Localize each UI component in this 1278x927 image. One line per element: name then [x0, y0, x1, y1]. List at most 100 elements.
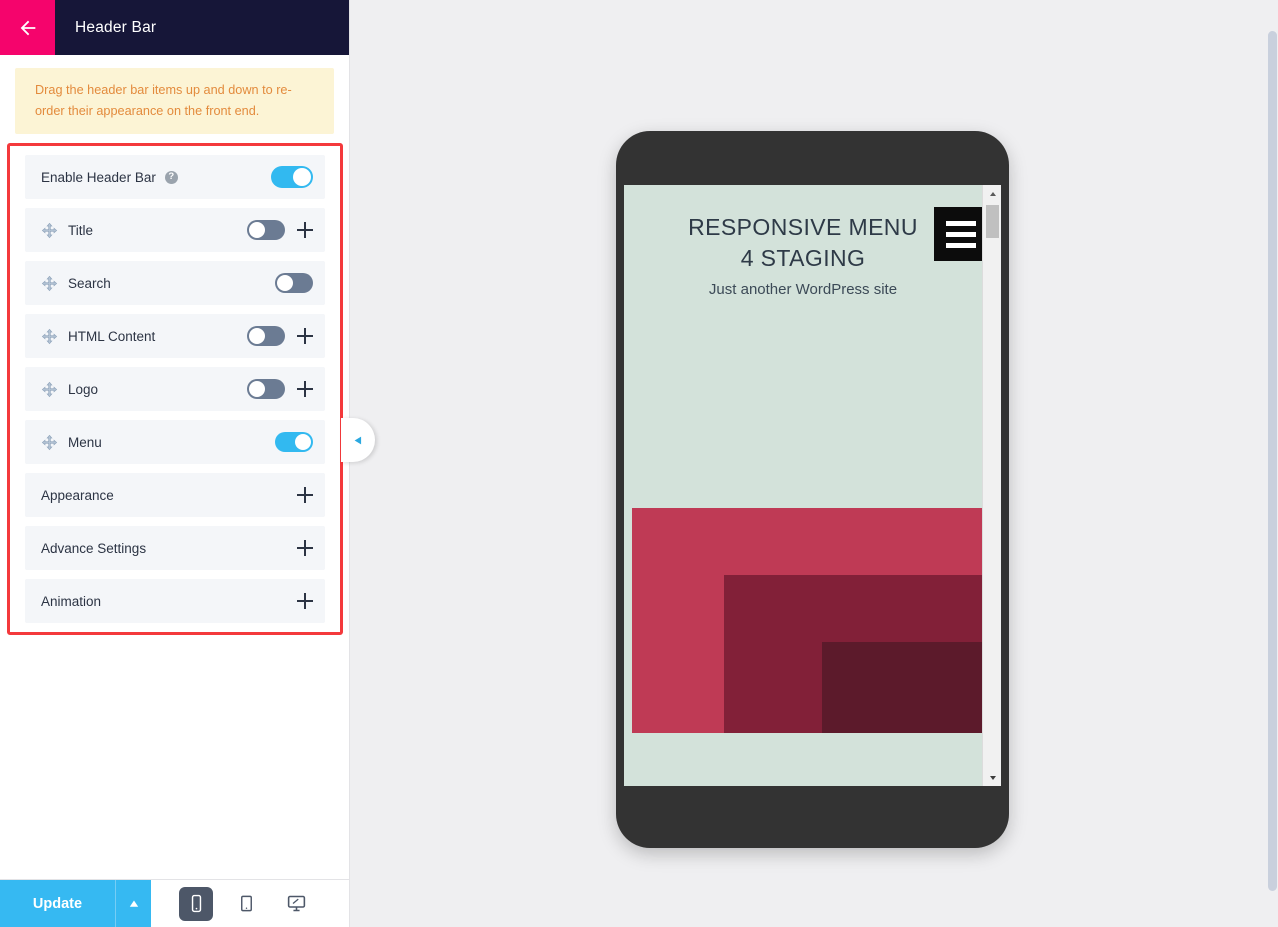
toggle-knob — [295, 434, 311, 450]
option-row-animation[interactable]: Animation — [25, 579, 325, 623]
option-label-wrap: Title — [41, 222, 247, 239]
option-row-appearance[interactable]: Appearance — [25, 473, 325, 517]
image-block-3 — [822, 642, 982, 733]
desktop-icon — [287, 895, 305, 912]
caret-up-icon — [989, 191, 996, 196]
caret-down-icon — [989, 775, 996, 780]
caret-up-icon — [129, 900, 138, 907]
toggle-logo[interactable] — [247, 379, 285, 399]
drag-handle-icon[interactable] — [41, 328, 58, 345]
option-label-wrap: Enable Header Bar ? — [41, 170, 271, 185]
toggle-search[interactable] — [275, 273, 313, 293]
option-label: Logo — [68, 381, 99, 397]
panel-header: Header Bar — [0, 0, 349, 55]
toggle-knob — [293, 168, 311, 186]
featured-image-blocks — [632, 508, 982, 733]
hamburger-bar — [946, 231, 976, 237]
expand-logo-button[interactable] — [297, 381, 313, 397]
option-row-enable-header-bar[interactable]: Enable Header Bar ? — [25, 155, 325, 199]
option-controls — [247, 379, 313, 399]
device-preview-switcher — [151, 880, 349, 927]
option-label-wrap: Logo — [41, 381, 247, 398]
phone-frame: RESPONSIVE MENU 4 STAGING Just another W… — [616, 131, 1009, 848]
page-title: Header Bar — [75, 18, 157, 36]
move-arrows-icon — [41, 381, 58, 397]
hamburger-menu-button[interactable] — [934, 207, 988, 261]
help-icon[interactable]: ? — [164, 170, 178, 184]
expand-title-button[interactable] — [297, 222, 313, 238]
toggle-title[interactable] — [247, 220, 285, 240]
option-label: Enable Header Bar — [41, 169, 156, 185]
device-button-tablet[interactable] — [229, 887, 263, 921]
scrollbar-up-button[interactable] — [983, 185, 1001, 202]
toggle-html-content[interactable] — [247, 326, 285, 346]
expand-html-content-button[interactable] — [297, 328, 313, 344]
expand-advance-settings-button[interactable] — [297, 540, 313, 556]
preview-area: RESPONSIVE MENU 4 STAGING Just another W… — [351, 0, 1278, 927]
option-controls — [247, 326, 313, 346]
site-title: RESPONSIVE MENU 4 STAGING — [688, 214, 918, 271]
option-row-advance-settings[interactable]: Advance Settings — [25, 526, 325, 570]
expand-appearance-button[interactable] — [297, 487, 313, 503]
move-arrows-icon — [41, 222, 58, 238]
bottom-action-bar: Update — [0, 879, 349, 927]
option-label: HTML Content — [68, 328, 156, 344]
option-controls — [297, 540, 313, 556]
option-label: Title — [68, 222, 94, 238]
option-label-wrap: HTML Content — [41, 328, 247, 345]
back-button[interactable] — [0, 0, 55, 55]
option-row-title[interactable]: Title — [25, 208, 325, 252]
move-arrows-icon — [41, 328, 58, 344]
hamburger-bar — [946, 242, 976, 248]
option-controls — [297, 487, 313, 503]
expand-animation-button[interactable] — [297, 593, 313, 609]
toggle-enable-header-bar[interactable] — [271, 166, 313, 188]
option-label-wrap: Search — [41, 275, 275, 292]
drag-handle-icon[interactable] — [41, 434, 58, 451]
option-controls — [271, 166, 313, 188]
toggle-menu[interactable] — [275, 432, 313, 452]
arrow-left-icon — [20, 20, 35, 35]
option-label-wrap: Animation — [41, 594, 297, 609]
update-button[interactable]: Update — [0, 880, 115, 927]
option-label-wrap: Appearance — [41, 488, 297, 503]
option-label: Menu — [68, 434, 102, 450]
option-label: Search — [68, 275, 111, 291]
phone-screen: RESPONSIVE MENU 4 STAGING Just another W… — [624, 185, 1001, 786]
caret-left-icon — [354, 436, 361, 444]
toggle-knob — [249, 222, 265, 238]
hamburger-bar — [946, 220, 976, 226]
option-label-wrap: Advance Settings — [41, 541, 297, 556]
drag-handle-icon[interactable] — [41, 381, 58, 398]
page-scrollbar-thumb[interactable] — [1268, 31, 1277, 891]
scrollbar-thumb[interactable] — [986, 205, 999, 238]
site-preview-content: RESPONSIVE MENU 4 STAGING Just another W… — [624, 185, 982, 786]
preview-scrollbar[interactable] — [982, 185, 1001, 786]
option-controls — [275, 432, 313, 452]
scrollbar-down-button[interactable] — [983, 769, 1001, 786]
move-arrows-icon — [41, 434, 58, 450]
drag-hint-notice: Drag the header bar items up and down to… — [15, 68, 334, 135]
move-arrows-icon — [41, 275, 58, 291]
site-tagline: Just another WordPress site — [708, 281, 898, 299]
device-button-desktop[interactable] — [279, 887, 313, 921]
option-row-html-content[interactable]: HTML Content — [25, 314, 325, 358]
option-label: Animation — [41, 593, 102, 609]
customizer-screen: Header Bar Drag the header bar items up … — [0, 0, 1278, 927]
header-bar-options-list: Enable Header Bar ? Title Search HTML Co… — [7, 143, 343, 635]
tablet-icon — [240, 895, 252, 912]
update-options-toggle[interactable] — [115, 880, 151, 927]
toggle-knob — [277, 275, 293, 291]
toggle-knob — [249, 381, 265, 397]
option-controls — [247, 220, 313, 240]
option-row-logo[interactable]: Logo — [25, 367, 325, 411]
device-button-mobile[interactable] — [179, 886, 213, 921]
option-row-search[interactable]: Search — [25, 261, 325, 305]
page-scrollbar[interactable] — [1264, 0, 1278, 927]
option-row-menu[interactable]: Menu — [25, 420, 325, 464]
option-controls — [275, 273, 313, 293]
drag-handle-icon[interactable] — [41, 275, 58, 292]
settings-sidebar: Header Bar Drag the header bar items up … — [0, 0, 350, 927]
drag-handle-icon[interactable] — [41, 222, 58, 239]
option-label: Advance Settings — [41, 540, 147, 556]
